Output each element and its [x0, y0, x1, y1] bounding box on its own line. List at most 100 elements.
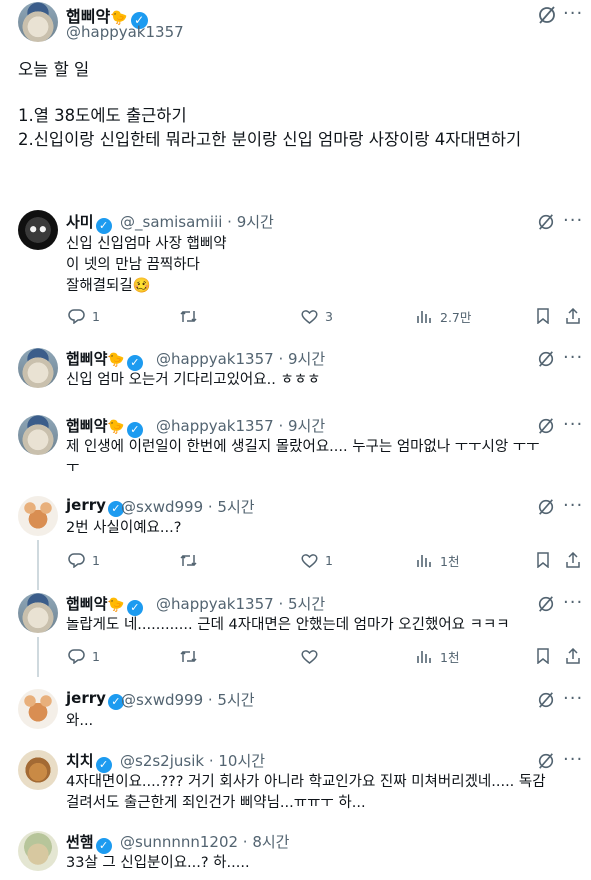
verified-badge-icon: ✓ [95, 838, 112, 854]
views-button[interactable]: 1천 [414, 647, 459, 666]
bookmark-icon [533, 307, 553, 325]
author-name[interactable]: 썬햄 ✓ [66, 831, 112, 854]
author-name[interactable]: jerry ✓ [66, 689, 124, 710]
author-name[interactable]: 햅삐약🐤 ✓ [66, 593, 143, 616]
author-handle[interactable]: @happyak1357 · 9시간 [156, 415, 325, 436]
bookmark-button[interactable] [533, 307, 553, 325]
reply-button[interactable]: 1 [66, 551, 100, 569]
grok-icon[interactable] [537, 752, 555, 770]
bookmark-button[interactable] [533, 647, 553, 665]
retweet-icon [178, 307, 198, 325]
reply-icon [66, 551, 86, 569]
like-icon [299, 551, 319, 569]
author-handle[interactable]: @happyak1357 · 5시간 [156, 593, 325, 614]
more-icon[interactable]: ··· [563, 416, 583, 434]
bookmark-icon [533, 551, 553, 569]
verified-badge-icon: ✓ [126, 422, 143, 438]
retweet-button[interactable] [178, 551, 204, 569]
grok-icon[interactable] [537, 595, 555, 613]
like-button[interactable]: 1 [299, 551, 333, 569]
more-icon[interactable]: ··· [563, 212, 583, 230]
reply-text-line: 걸려서도 출근한게 죄인건가 삐약님...ㅠㅠㅜ 하... [66, 795, 366, 811]
author-handle[interactable]: @sunnnnn1202 · 8시간 [120, 831, 289, 852]
more-icon[interactable]: ··· [563, 349, 583, 367]
share-button[interactable] [563, 307, 583, 325]
views-button[interactable]: 2.7만 [414, 307, 471, 326]
more-icon[interactable]: ··· [563, 690, 583, 708]
reply-text-line: 2번 사실이예요...? [66, 520, 182, 536]
share-button[interactable] [563, 647, 583, 665]
reply-button[interactable]: 1 [66, 307, 100, 325]
tweet-text-line: 2.신입이랑 신입한테 뭐라고한 분이랑 신입 엄마랑 사장이랑 4자대면하기 [18, 130, 522, 149]
reply-icon [66, 307, 86, 325]
author-name[interactable]: 치치 ✓ [66, 750, 112, 773]
more-icon[interactable]: ··· [563, 594, 583, 612]
bookmark-icon [533, 647, 553, 665]
share-button[interactable] [563, 551, 583, 569]
views-icon [414, 648, 434, 666]
author-name[interactable]: 햅삐약🐤 ✓ [66, 415, 143, 438]
author-handle[interactable]: @happyak1357 · 9시간 [156, 348, 325, 369]
grok-icon[interactable] [537, 498, 555, 516]
like-button[interactable]: 3 [299, 307, 333, 325]
grok-icon[interactable] [537, 417, 555, 435]
like-button[interactable] [299, 647, 325, 665]
author-handle[interactable]: @sxwd999 · 5시간 [121, 689, 255, 710]
tweet-text-line: 1.열 38도에도 출근하기 [18, 106, 187, 125]
reply-text-line: 놀랍게도 네............ 근데 4자대면은 안했는데 엄마가 오긴했… [66, 617, 510, 633]
tweet-text-line: 오늘 할 일 [18, 60, 90, 79]
grok-icon[interactable] [537, 691, 555, 709]
share-icon [563, 647, 583, 665]
share-icon [563, 307, 583, 325]
avatar[interactable] [18, 2, 58, 42]
grok-icon[interactable] [537, 5, 557, 25]
reply-text-line: 이 넷의 만남 끔찍하다 [66, 257, 200, 273]
author-name[interactable]: jerry ✓ [66, 496, 124, 517]
verified-badge-icon: ✓ [126, 355, 143, 371]
avatar[interactable] [18, 348, 58, 388]
reply-icon [66, 647, 86, 665]
avatar[interactable] [18, 593, 58, 633]
like-icon [299, 647, 319, 665]
reply-button[interactable]: 1 [66, 647, 100, 665]
author-name[interactable]: 사미 ✓ [66, 211, 112, 234]
verified-badge-icon: ✓ [95, 757, 112, 773]
chick-emoji: 🐤 [107, 419, 125, 435]
grok-icon[interactable] [537, 213, 555, 231]
views-button[interactable]: 1천 [414, 551, 459, 570]
grok-icon[interactable] [537, 350, 555, 368]
retweet-icon [178, 647, 198, 665]
author-handle[interactable]: @happyak1357 [66, 23, 184, 41]
more-icon[interactable]: ··· [563, 497, 583, 515]
reply-text-line: 와... [66, 713, 94, 729]
author-handle[interactable]: @_samisamiii · 9시간 [120, 211, 274, 232]
retweet-button[interactable] [178, 647, 204, 665]
avatar[interactable] [18, 831, 58, 871]
author-handle[interactable]: @s2s2jusik · 10시간 [120, 750, 265, 771]
author-name[interactable]: 햅삐약🐤 ✓ [66, 348, 143, 371]
reply-text-line: 신입 신입엄마 사장 햅삐약 [66, 236, 227, 252]
chick-emoji: 🐤 [107, 352, 125, 368]
views-icon [414, 308, 434, 326]
more-icon[interactable]: ··· [563, 5, 583, 23]
retweet-button[interactable] [178, 307, 204, 325]
author-handle[interactable]: @sxwd999 · 5시간 [121, 496, 255, 517]
chick-emoji: 🐤 [107, 597, 125, 613]
retweet-icon [178, 551, 198, 569]
reply-text-line: 4자대면이요....??? 거기 회사가 아니라 학교인가요 진짜 미쳐버리겠네… [66, 774, 546, 790]
reply-text-line: 신입 엄마 오는거 기다리고있어요.. ㅎㅎㅎ [66, 372, 321, 388]
verified-badge-icon: ✓ [95, 218, 112, 234]
more-icon[interactable]: ··· [563, 751, 583, 769]
reply-text-line: ㅜ [66, 460, 80, 476]
share-icon [563, 551, 583, 569]
bookmark-button[interactable] [533, 551, 553, 569]
avatar[interactable] [18, 689, 58, 729]
reply-text-line: 33살 그 신입분이요...? 하..... [66, 855, 250, 871]
avatar[interactable] [18, 415, 58, 455]
views-icon [414, 552, 434, 570]
avatar[interactable] [18, 496, 58, 536]
verified-badge-icon: ✓ [126, 600, 143, 616]
avatar[interactable] [18, 210, 58, 250]
thread-line [37, 637, 39, 677]
avatar[interactable] [18, 750, 58, 790]
